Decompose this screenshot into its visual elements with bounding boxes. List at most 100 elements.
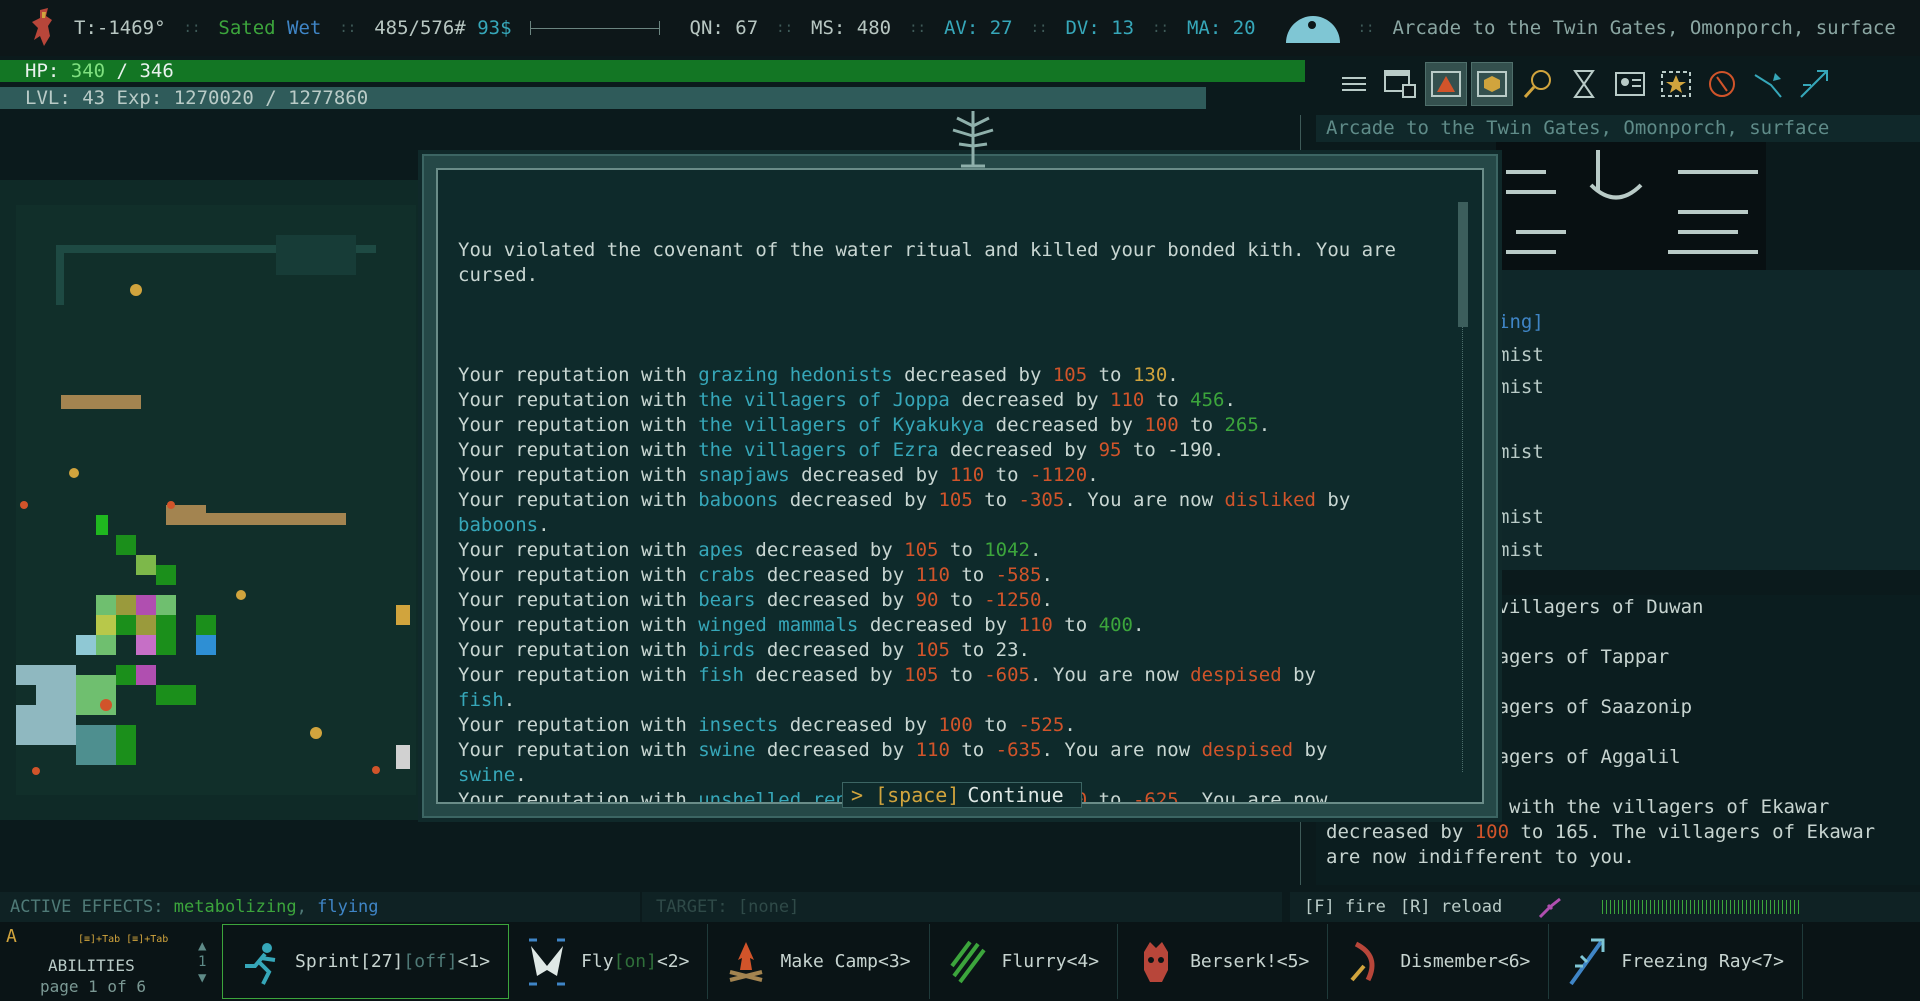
- abilities-header: A [≡]+Tab [≡]+Tab ABILITIES page 1 of 6 …: [0, 922, 222, 1001]
- move-speed-stat: MS: 480: [811, 17, 892, 39]
- sprint-icon: [241, 936, 281, 988]
- value-text: 110: [949, 464, 985, 486]
- message-text: .: [515, 764, 527, 786]
- message-text: Your reputation with: [458, 389, 699, 411]
- message-text: Your reputation with: [458, 789, 699, 804]
- message-text: .: [1030, 539, 1042, 561]
- separator: ::: [1152, 20, 1169, 36]
- value-text: despised: [1201, 739, 1294, 761]
- ability-flurry[interactable]: Flurry <4>: [930, 924, 1119, 999]
- faction-name: snapjaws: [698, 464, 790, 486]
- aim-icon[interactable]: [1793, 62, 1835, 106]
- separator: ::: [909, 20, 926, 36]
- ammo-bar: [1602, 900, 1803, 914]
- separator: ::: [1357, 20, 1375, 36]
- message-text: .: [1258, 414, 1271, 436]
- message-text: .: [1132, 614, 1145, 636]
- inventory-icon[interactable]: [1471, 62, 1513, 106]
- separator: ::: [1030, 20, 1048, 36]
- chevron-up-icon[interactable]: ▲: [198, 938, 206, 954]
- nearby-item[interactable]: mist: [1498, 339, 1544, 372]
- ability-hotkey: <4>: [1066, 951, 1100, 972]
- popup-scrollbar[interactable]: [1458, 202, 1468, 772]
- ability-fly[interactable]: Fly [on] <2>: [509, 924, 709, 999]
- ability-berserk[interactable]: Berserk! <5>: [1118, 924, 1329, 999]
- message-text: to: [938, 664, 985, 686]
- popup-message: You violated the covenant of the water r…: [458, 188, 1438, 804]
- journal-icon[interactable]: [1701, 62, 1743, 106]
- hp-label: HP:: [25, 60, 60, 82]
- faction-name: swine: [698, 739, 756, 761]
- ability-dismember[interactable]: Dismember <6>: [1328, 924, 1550, 999]
- fire-icon[interactable]: [1747, 62, 1789, 106]
- ability-list: Sprint [27] [off] <1> Fly [on] <2> Make Ca…: [222, 922, 1803, 1001]
- value-text: 110: [1110, 389, 1145, 411]
- value-text: 105: [904, 539, 939, 561]
- message-text: Your reputation with: [458, 464, 699, 486]
- status-icon[interactable]: [1609, 62, 1651, 106]
- player-avatar[interactable]: [26, 6, 62, 50]
- value-text: 110: [915, 564, 950, 586]
- ability-sprint[interactable]: Sprint [27] [off] <1>: [222, 924, 510, 999]
- page-arrows[interactable]: ▲ 1 ▼: [198, 938, 206, 986]
- ability-name: Dismember: [1400, 951, 1498, 972]
- nearby-item[interactable]: [1498, 404, 1544, 437]
- weight-bar: [529, 21, 660, 35]
- reputation-line: Your reputation with apes decreased by 1…: [458, 538, 1438, 563]
- fire-hotkey[interactable]: [F] fire: [1304, 892, 1386, 922]
- message-text: to: [972, 714, 1019, 736]
- message-text: .: [1224, 389, 1236, 411]
- abilities-icon[interactable]: [1655, 62, 1697, 106]
- character-icon[interactable]: [1425, 62, 1467, 106]
- ability-name: Freezing Ray: [1621, 951, 1752, 972]
- wait-icon[interactable]: [1563, 62, 1605, 106]
- nearby-item[interactable]: [1498, 469, 1544, 502]
- ability-hotkey: <2>: [656, 951, 690, 972]
- ability-freezing-ray[interactable]: Freezing Ray <7>: [1549, 924, 1803, 999]
- value-text: 100: [1144, 414, 1179, 436]
- campfire-icon: [726, 936, 766, 988]
- message-text: Your reputation with: [458, 564, 699, 586]
- reputation-line: Your reputation with crabs decreased by …: [458, 563, 1438, 588]
- reload-hotkey[interactable]: [R] reload: [1400, 892, 1502, 922]
- map-tiles: [16, 205, 416, 795]
- flurry-icon: [948, 936, 988, 988]
- nearby-item[interactable]: mist: [1498, 501, 1544, 534]
- faction-name: apes: [698, 539, 744, 561]
- value-text: 100: [938, 714, 973, 736]
- message-text: decreased by: [755, 739, 916, 761]
- message-text: decreased by: [984, 414, 1145, 436]
- look-icon[interactable]: [1517, 62, 1559, 106]
- chevron-down-icon[interactable]: ▼: [198, 970, 206, 986]
- faction-name: swine: [458, 764, 516, 786]
- system-icon[interactable]: [1379, 62, 1421, 106]
- tree-emblem-icon: [952, 111, 994, 168]
- map-viewport[interactable]: [16, 205, 416, 795]
- value-text: 400: [1098, 614, 1133, 636]
- message-text: Your reputation with: [458, 414, 699, 436]
- nearby-item[interactable]: mist: [1498, 534, 1544, 567]
- message-text: Your reputation with: [458, 639, 699, 661]
- reputation-line: Your reputation with baboons decreased b…: [458, 488, 1438, 513]
- location-title: Arcade to the Twin Gates, Omonporch, sur…: [1392, 17, 1896, 39]
- message-text: to: [1144, 389, 1191, 411]
- reputation-line: Your reputation with winged mammals decr…: [458, 613, 1438, 638]
- value-text: 95: [1098, 439, 1122, 461]
- effect-metabolizing[interactable]: metabolizing: [174, 897, 297, 917]
- continue-button[interactable]: > [space] Continue: [842, 782, 1082, 808]
- effect-flying[interactable]: flying: [317, 897, 378, 917]
- message-text: decreased by: [858, 614, 1019, 636]
- ability-make-camp[interactable]: Make Camp <3>: [708, 924, 930, 999]
- reputation-popup: You violated the covenant of the water r…: [422, 111, 1498, 818]
- value-text: 110: [915, 739, 950, 761]
- message-text: Your reputation with: [458, 714, 699, 736]
- scroll-thumb[interactable]: [1458, 202, 1468, 327]
- minimap[interactable]: [1496, 140, 1766, 272]
- world-map[interactable]: [0, 180, 425, 820]
- nearby-item[interactable]: mist: [1498, 436, 1544, 469]
- message-text: to: [938, 589, 985, 611]
- nearby-item[interactable]: mist: [1498, 371, 1544, 404]
- menu-icon[interactable]: [1333, 62, 1375, 106]
- faction-name: baboons: [458, 514, 539, 536]
- zone-title: Arcade to the Twin Gates, Omonporch, sur…: [1316, 115, 1920, 142]
